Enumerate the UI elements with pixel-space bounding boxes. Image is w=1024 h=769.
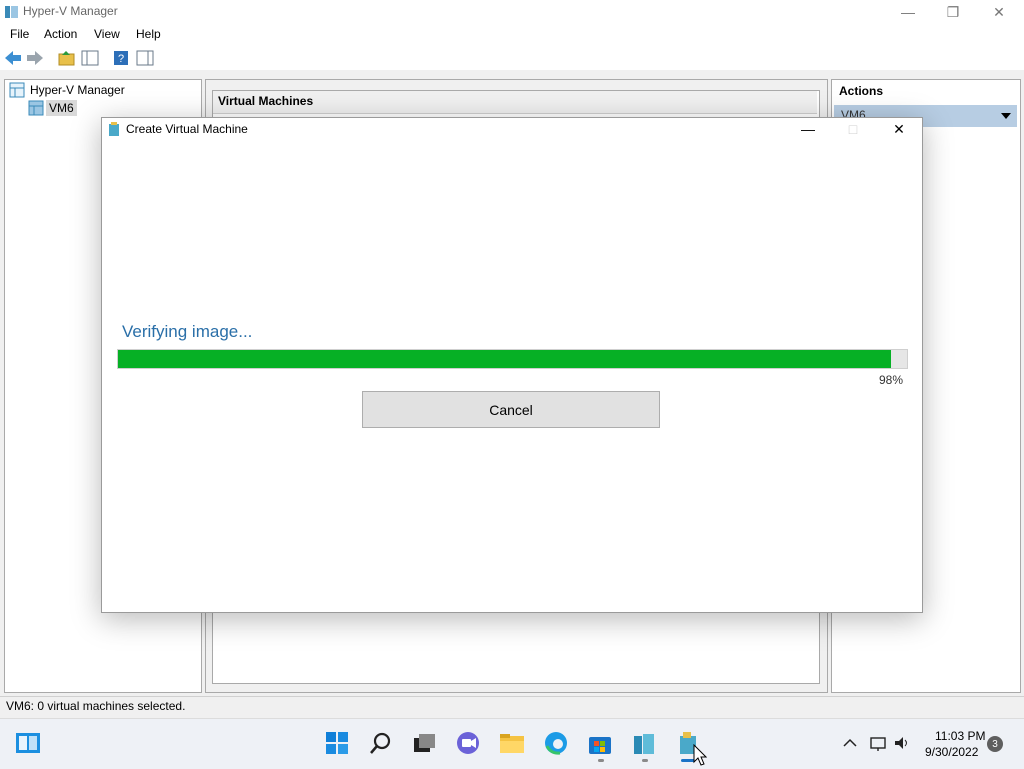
widgets-icon[interactable]	[15, 730, 41, 756]
volume-icon[interactable]	[893, 735, 911, 751]
virtual-machines-title: Virtual Machines	[218, 94, 314, 108]
show-hide-tree-icon[interactable]	[81, 50, 99, 66]
network-icon[interactable]	[869, 735, 887, 751]
svg-text:?: ?	[118, 53, 124, 65]
file-explorer-icon[interactable]	[499, 730, 525, 756]
microsoft-store-icon[interactable]	[587, 730, 613, 756]
help-icon[interactable]: ?	[112, 50, 130, 66]
dialog-close-button[interactable]: ✕	[876, 117, 922, 141]
dialog-maximize-button: □	[848, 121, 858, 137]
status-text: VM6: 0 virtual machines selected.	[6, 699, 186, 713]
actions-title: Actions	[839, 84, 884, 98]
hyper-v-manager-icon[interactable]	[631, 730, 657, 756]
hyper-v-app-icon	[5, 6, 18, 18]
back-arrow-icon[interactable]	[4, 50, 22, 66]
menu-help[interactable]: Help	[136, 27, 161, 41]
mouse-cursor-icon	[693, 744, 707, 766]
dialog-minimize-button[interactable]: —	[785, 117, 831, 141]
tree-item-hyper-v-manager[interactable]: Hyper-V Manager	[30, 83, 125, 97]
minimize-button[interactable]: —	[885, 0, 931, 24]
menu-view[interactable]: View	[94, 27, 120, 41]
running-indicator	[642, 759, 648, 762]
windows-start-icon[interactable]	[324, 730, 350, 756]
forward-arrow-icon[interactable]	[26, 50, 44, 66]
running-indicator	[598, 759, 604, 762]
notification-badge[interactable]: 3	[987, 736, 1003, 752]
close-button[interactable]: ✕	[976, 0, 1022, 24]
collapse-arrow-icon[interactable]	[1001, 112, 1011, 120]
show-hidden-icons-chevron-icon[interactable]	[843, 738, 857, 748]
show-hide-action-pane-icon[interactable]	[136, 50, 154, 66]
menu-file[interactable]: File	[10, 27, 29, 41]
server-node-icon	[28, 100, 44, 116]
dialog-title: Create Virtual Machine	[126, 122, 248, 136]
progress-percent: 98%	[879, 373, 904, 387]
tree-item-vm6[interactable]: VM6	[46, 100, 77, 116]
hyper-v-manager-node-icon	[9, 82, 25, 98]
main-title-bar[interactable]	[0, 0, 1024, 24]
task-view-icon[interactable]	[411, 730, 437, 756]
cancel-button[interactable]: Cancel	[362, 391, 660, 428]
search-icon[interactable]	[368, 730, 394, 756]
edge-browser-icon[interactable]	[543, 730, 569, 756]
menu-action[interactable]: Action	[44, 27, 77, 41]
restore-button[interactable]: ❐	[930, 0, 976, 24]
create-vm-app-icon	[109, 122, 119, 136]
verifying-status-text: Verifying image...	[122, 322, 253, 341]
clock-time[interactable]: 11:03 PM	[935, 729, 985, 743]
chat-icon[interactable]	[455, 730, 481, 756]
up-folder-icon[interactable]	[58, 50, 76, 66]
window-title: Hyper-V Manager	[23, 4, 118, 18]
progress-bar-fill	[118, 350, 891, 368]
clock-date[interactable]: 9/30/2022	[925, 745, 978, 759]
